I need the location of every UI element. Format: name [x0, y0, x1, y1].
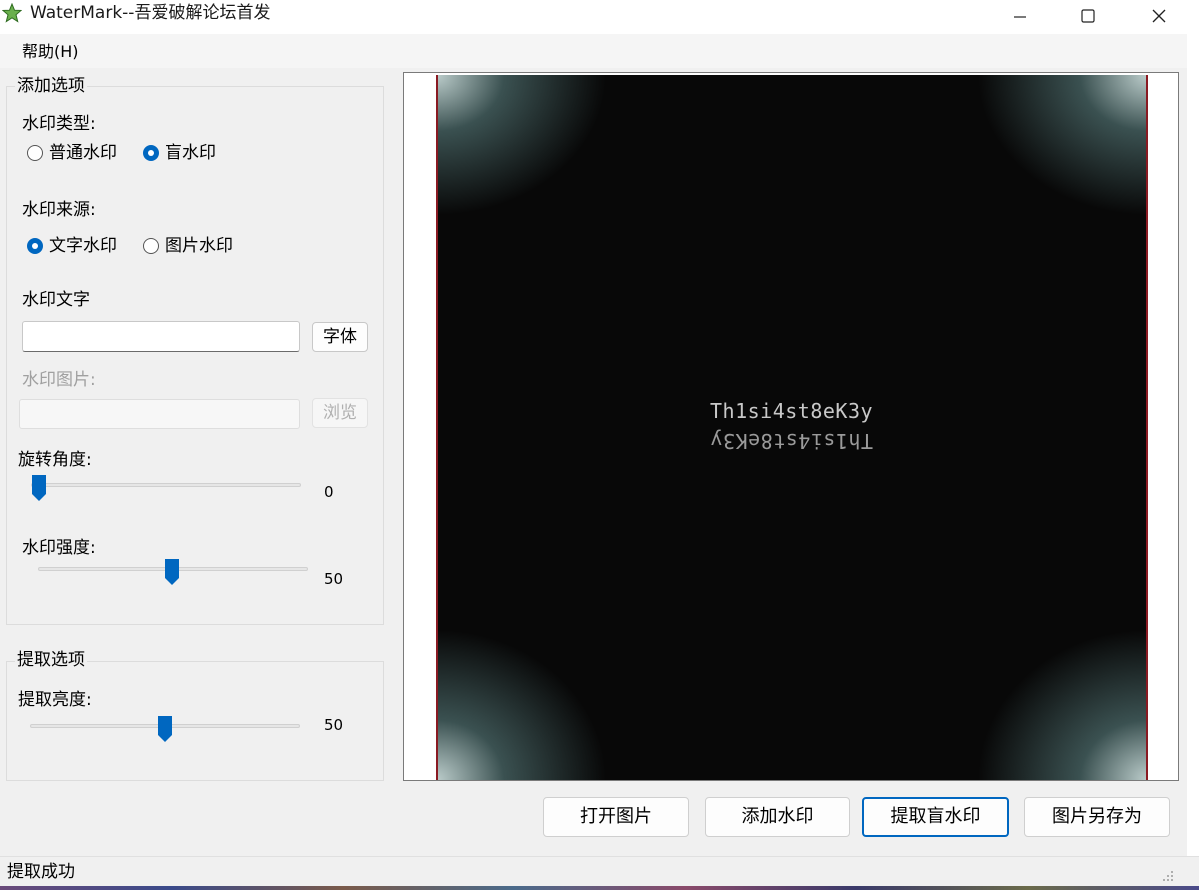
radio-indicator-checked: [143, 145, 159, 161]
watermark-text-input[interactable]: [22, 321, 300, 352]
watermark-text-label: 水印文字: [22, 290, 90, 310]
open-image-button[interactable]: 打开图片: [543, 797, 689, 837]
watermark-source-label: 水印来源:: [22, 200, 96, 220]
window-edge: [1187, 34, 1199, 856]
radio-indicator-checked: [27, 238, 43, 254]
rotation-value: 0: [324, 483, 334, 501]
radio-text-watermark[interactable]: 文字水印: [27, 235, 117, 257]
radio-normal-watermark[interactable]: 普通水印: [27, 142, 117, 164]
extract-options-title: 提取选项: [15, 649, 87, 671]
radio-indicator: [27, 145, 43, 161]
watermark-text-mirrored: Th1si4st8eK3y: [710, 429, 874, 453]
brightness-label: 提取亮度:: [18, 690, 92, 710]
status-text: 提取成功: [7, 862, 75, 882]
minimize-icon: [1014, 16, 1026, 18]
menu-bar: [0, 34, 1199, 68]
radio-blind-watermark[interactable]: 盲水印: [143, 142, 216, 164]
resize-grip-icon[interactable]: [1160, 867, 1174, 881]
maximize-icon: [1081, 9, 1095, 23]
font-button[interactable]: 字体: [312, 322, 368, 352]
menu-help[interactable]: 帮助(H): [12, 40, 89, 64]
radio-label: 文字水印: [49, 236, 117, 256]
add-options-title: 添加选项: [15, 75, 87, 97]
add-watermark-button[interactable]: 添加水印: [705, 797, 850, 837]
brightness-value: 50: [324, 716, 344, 734]
rotation-slider-track[interactable]: [31, 483, 301, 487]
rotation-slider-thumb[interactable]: [31, 474, 47, 502]
extract-blind-watermark-button[interactable]: 提取盲水印: [862, 797, 1009, 837]
close-icon: [1152, 9, 1166, 23]
radio-indicator: [143, 238, 159, 254]
browse-button[interactable]: 浏览: [312, 398, 368, 428]
strength-slider-thumb[interactable]: [164, 558, 180, 586]
close-button[interactable]: [1127, 0, 1191, 32]
watermark-image-label: 水印图片:: [22, 370, 96, 390]
extracted-watermark-image: Th1si4st8eK3y Th1si4st8eK3y: [436, 75, 1148, 780]
radio-image-watermark[interactable]: 图片水印: [143, 235, 233, 257]
radio-label: 盲水印: [165, 143, 216, 163]
maximize-button[interactable]: [1056, 0, 1120, 32]
strength-value: 50: [324, 570, 344, 588]
star-icon: [1, 2, 23, 23]
watermark-image-input[interactable]: [19, 399, 300, 429]
desktop-background-strip: [0, 886, 1199, 890]
strength-label: 水印强度:: [22, 538, 96, 558]
rotation-label: 旋转角度:: [18, 450, 92, 470]
save-image-as-button[interactable]: 图片另存为: [1024, 797, 1170, 837]
watermark-type-label: 水印类型:: [22, 114, 96, 134]
radio-label: 普通水印: [49, 143, 117, 163]
radio-label: 图片水印: [165, 236, 233, 256]
brightness-slider-thumb[interactable]: [157, 715, 173, 743]
window-title: WaterMark--吾爱破解论坛首发: [30, 3, 271, 23]
watermark-text-display: Th1si4st8eK3y: [710, 399, 874, 423]
status-bar-divider: [0, 856, 1199, 857]
minimize-button[interactable]: [988, 0, 1052, 32]
